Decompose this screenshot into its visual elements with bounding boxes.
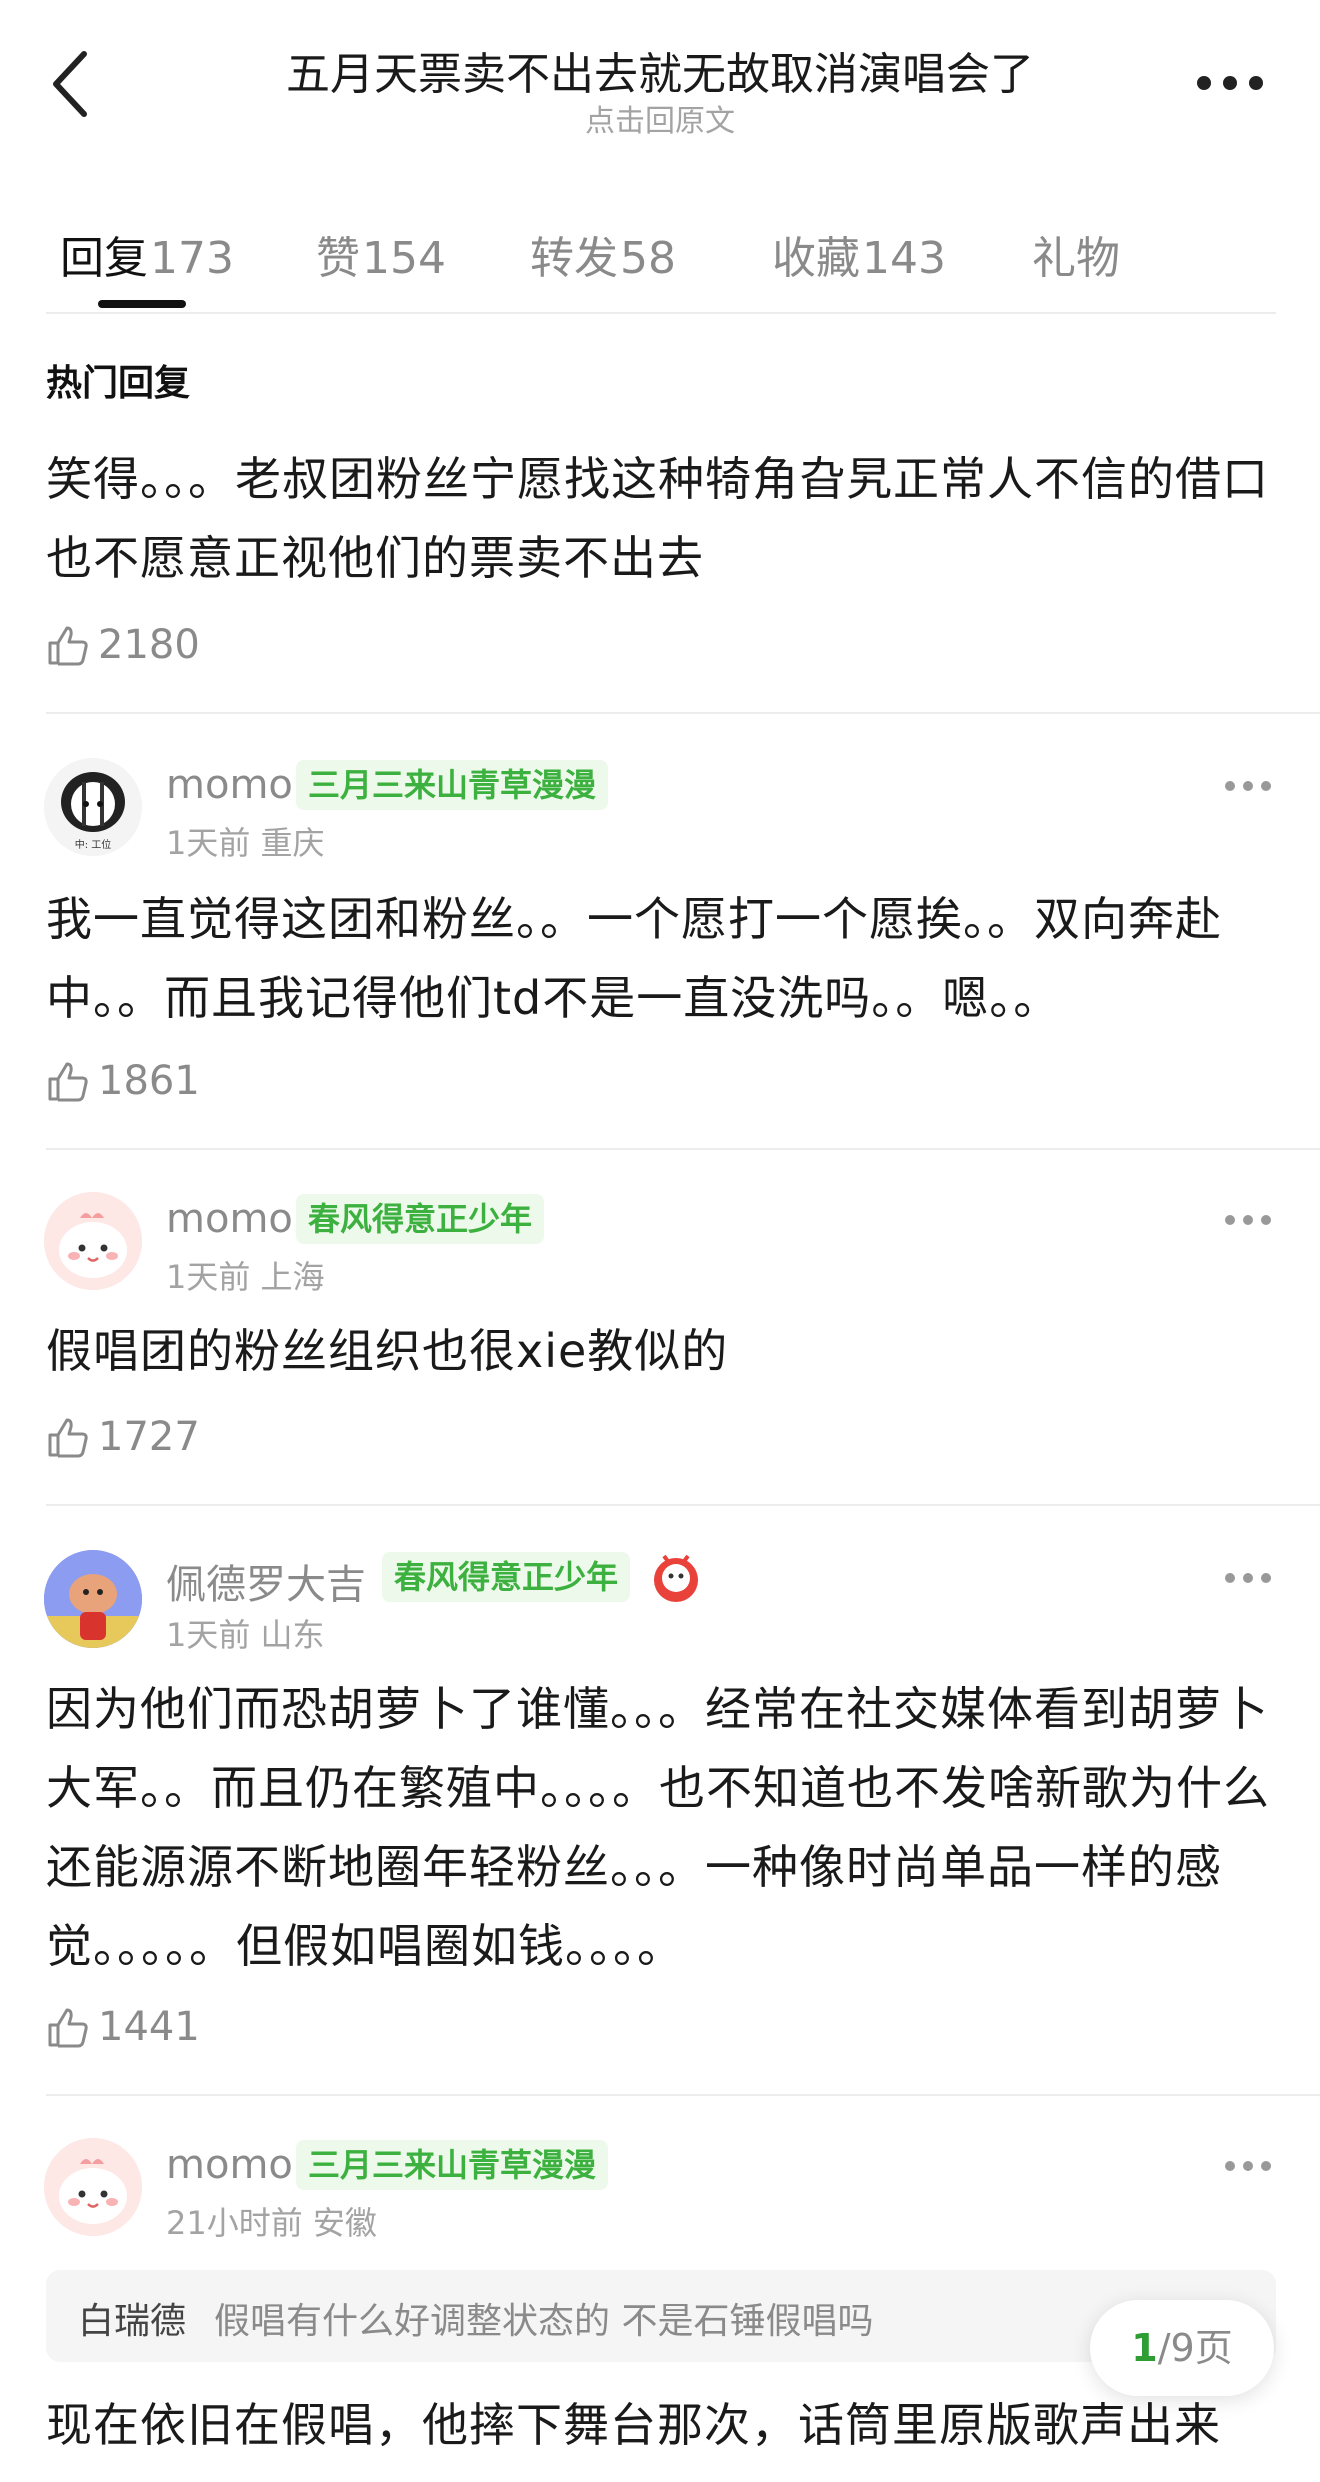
like-count: 1861 bbox=[98, 1058, 200, 1104]
current-page: 1 bbox=[1131, 2326, 1158, 2370]
divider bbox=[46, 1148, 1320, 1150]
avatar[interactable] bbox=[44, 1550, 142, 1648]
quoted-text: 假唱有什么好调整状态的 不是石锤假唱吗 bbox=[214, 2301, 874, 2342]
like-count: 1727 bbox=[98, 1414, 200, 1460]
tab-reposts[interactable]: 转发58 bbox=[530, 222, 676, 286]
thumbs-up-icon bbox=[48, 1062, 88, 1102]
post-title: 五月天票卖不出去就无故取消演唱会了 bbox=[286, 49, 1034, 100]
username[interactable]: momo bbox=[166, 2142, 293, 2188]
like-button[interactable]: 1861 bbox=[46, 1056, 200, 1106]
avatar-image: 中: 工位 bbox=[44, 758, 142, 856]
divider bbox=[46, 1504, 1320, 1506]
level-badge: 春风得意正少年 bbox=[382, 1552, 631, 1602]
medal-icon bbox=[654, 1554, 698, 1602]
like-button[interactable]: 2180 bbox=[46, 620, 200, 670]
divider bbox=[46, 712, 1320, 714]
level-badge: 三月三来山青草漫漫 bbox=[296, 2140, 609, 2190]
back-arrow-icon[interactable] bbox=[44, 44, 100, 124]
like-button[interactable]: 1727 bbox=[46, 1412, 200, 1462]
avatar-image bbox=[44, 1192, 142, 1290]
avatar-image bbox=[44, 1550, 142, 1648]
comment-text: 笑得。。。老叔团粉丝宁愿找这种犄角旮旯正常人不信的借口也不愿意正视他们的票卖不出… bbox=[46, 452, 1269, 585]
tab-bar: 回复173 赞154 转发58 收藏143 礼物 bbox=[46, 212, 1276, 314]
username[interactable]: 佩德罗大吉 bbox=[166, 1552, 366, 1610]
comment-meta: 1天前 上海 bbox=[166, 1258, 325, 1296]
total-pages: /9页 bbox=[1157, 2326, 1233, 2370]
avatar-image bbox=[44, 2138, 142, 2236]
level-badge: 春风得意正少年 bbox=[296, 1194, 545, 1244]
avatar[interactable] bbox=[44, 1192, 142, 1290]
avatar[interactable] bbox=[44, 2138, 142, 2236]
thumbs-up-icon bbox=[48, 2008, 88, 2048]
username[interactable]: momo bbox=[166, 1196, 293, 1242]
username[interactable]: momo bbox=[166, 762, 293, 808]
divider bbox=[46, 2094, 1320, 2096]
more-options-icon[interactable] bbox=[1224, 1212, 1272, 1228]
quoted-username: 白瑞德 bbox=[78, 2301, 187, 2342]
more-options-icon[interactable] bbox=[1224, 1570, 1272, 1586]
thumbs-up-icon bbox=[48, 1418, 88, 1458]
comment-meta: 21小时前 安徽 bbox=[166, 2204, 377, 2242]
comment-meta: 1天前 重庆 bbox=[166, 824, 325, 862]
tab-favorites[interactable]: 收藏143 bbox=[772, 222, 946, 286]
comment-meta: 1天前 山东 bbox=[166, 1616, 325, 1654]
thumbs-up-icon bbox=[48, 626, 88, 666]
more-options-icon[interactable] bbox=[1224, 2158, 1272, 2174]
active-tab-indicator bbox=[98, 300, 186, 308]
page-indicator[interactable]: 1/9页 bbox=[1090, 2300, 1274, 2396]
tab-replies[interactable]: 回复173 bbox=[60, 222, 234, 286]
tab-likes[interactable]: 赞154 bbox=[316, 222, 446, 286]
tab-gifts[interactable]: 礼物 bbox=[1032, 222, 1120, 286]
comment-text: 现在依旧在假唱，他摔下舞台那次，话筒里原版歌声出来 bbox=[46, 2398, 1221, 2452]
like-count: 1441 bbox=[98, 2004, 200, 2050]
more-options-icon[interactable] bbox=[1190, 60, 1270, 106]
top-bar: 五月天票卖不出去就无故取消演唱会了 点击回原文 bbox=[0, 0, 1320, 160]
svg-text:中: 工位: 中: 工位 bbox=[75, 838, 112, 851]
avatar[interactable]: 中: 工位 bbox=[44, 758, 142, 856]
more-options-icon[interactable] bbox=[1224, 778, 1272, 794]
like-count: 2180 bbox=[98, 622, 200, 668]
section-title: 热门回复 bbox=[46, 363, 191, 404]
back-to-original-link[interactable]: 点击回原文 bbox=[180, 96, 1140, 140]
comment-text: 因为他们而恐胡萝卜了谁懂。。。经常在社交媒体看到胡萝卜大军。。而且仍在繁殖中。。… bbox=[46, 1682, 1270, 1973]
comment-text: 假唱团的粉丝组织也很xie教似的 bbox=[46, 1324, 729, 1378]
like-button[interactable]: 1441 bbox=[46, 2002, 200, 2052]
level-badge: 三月三来山青草漫漫 bbox=[296, 760, 609, 810]
comment-text: 我一直觉得这团和粉丝。。一个愿打一个愿挨。。双向奔赴中。。而且我记得他们td不是… bbox=[46, 892, 1222, 1025]
